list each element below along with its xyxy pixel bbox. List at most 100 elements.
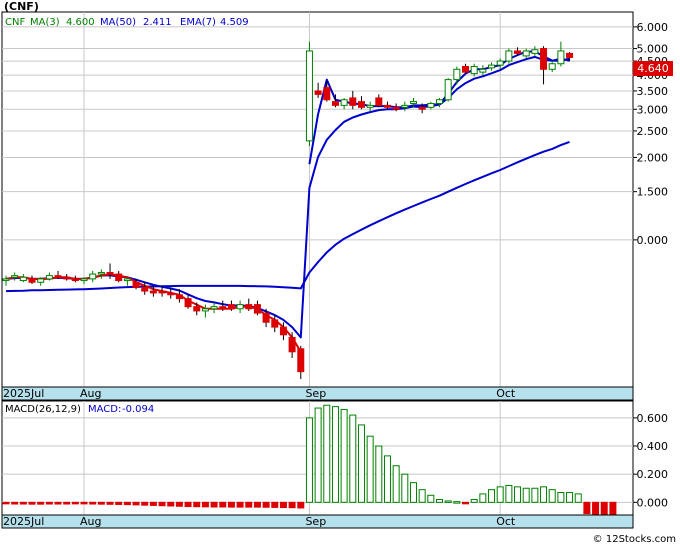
macd-bar-positive bbox=[470, 499, 478, 503]
macd-bar-positive bbox=[522, 487, 530, 503]
candle-down bbox=[540, 48, 548, 70]
macd-bar-positive bbox=[531, 487, 539, 503]
candle-down bbox=[219, 306, 227, 310]
macd-bar-negative bbox=[201, 501, 209, 508]
candle-down bbox=[288, 336, 296, 353]
candle-up bbox=[488, 64, 496, 69]
candle-down bbox=[462, 65, 470, 73]
macd-bar-positive bbox=[305, 417, 313, 503]
macd-bar-negative bbox=[462, 501, 470, 505]
macd-bar-positive bbox=[314, 407, 322, 503]
macd-bar-negative bbox=[149, 501, 157, 506]
macd-bar-positive bbox=[488, 489, 496, 503]
macd-bar-positive bbox=[505, 484, 513, 503]
candle-up bbox=[123, 278, 131, 282]
macd-bar-negative bbox=[80, 501, 88, 505]
candle-down bbox=[167, 292, 175, 296]
candle-up bbox=[210, 306, 218, 310]
macd-bar-negative bbox=[132, 501, 140, 506]
macd-bar-positive bbox=[331, 406, 339, 503]
candle-down bbox=[279, 326, 287, 336]
candle-down bbox=[566, 52, 574, 58]
candle-up bbox=[548, 63, 556, 70]
candle-down bbox=[271, 319, 279, 328]
price-y-tick-label: 3.000 bbox=[637, 103, 669, 116]
candle-up bbox=[453, 68, 461, 81]
price-x-label: Aug bbox=[80, 387, 101, 400]
macd-bar-positive bbox=[392, 465, 400, 503]
macd-bar-positive bbox=[366, 435, 374, 503]
candle-up bbox=[11, 275, 19, 278]
macd-bar-negative bbox=[193, 501, 201, 508]
macd-bar-negative bbox=[175, 501, 183, 507]
macd-bar-negative bbox=[184, 501, 192, 508]
stock-chart: (CNF) 6.0005.0004.5004.0003.5003.0002.50… bbox=[0, 0, 680, 546]
candle-up bbox=[531, 49, 539, 54]
candle-up bbox=[479, 68, 487, 73]
macd-bar-positive bbox=[548, 489, 556, 503]
candle-up bbox=[80, 278, 88, 282]
price-y-tick-label: 3.500 bbox=[637, 85, 669, 98]
macd-bar-positive bbox=[479, 493, 487, 503]
macd-bar-negative bbox=[271, 501, 279, 508]
candle-down bbox=[262, 312, 270, 323]
macd-bar-positive bbox=[444, 500, 452, 503]
macd-bar-negative bbox=[219, 501, 227, 508]
macd-bar-negative bbox=[167, 501, 175, 507]
macd-bar-positive bbox=[436, 499, 443, 503]
candle-down bbox=[175, 294, 183, 300]
price-y-tick-label: 1.500 bbox=[637, 186, 669, 199]
candle-up bbox=[2, 278, 10, 281]
macd-bar-negative bbox=[115, 501, 123, 505]
macd-bar-positive bbox=[383, 455, 391, 503]
candle-up bbox=[89, 273, 97, 280]
macd-x-label: Oct bbox=[496, 515, 516, 528]
macd-bar-positive bbox=[427, 494, 435, 503]
macd-bar-negative bbox=[106, 501, 114, 505]
macd-bar-negative bbox=[158, 501, 166, 507]
candle-down bbox=[63, 276, 71, 280]
candle-down bbox=[141, 286, 149, 292]
candle-up bbox=[427, 102, 435, 108]
candle-down bbox=[115, 273, 123, 282]
candle-down bbox=[392, 106, 400, 110]
macd-bar-positive bbox=[349, 414, 357, 503]
last-price-tag: 4.640 bbox=[633, 61, 673, 76]
price-y-tick-label: 5.000 bbox=[637, 43, 669, 56]
legend-ma3-value: 4.600 bbox=[66, 17, 95, 28]
macd-legend-label: MACD(26,12,9) bbox=[5, 404, 81, 415]
macd-bar-positive bbox=[496, 486, 504, 503]
macd-bar-positive bbox=[340, 408, 348, 503]
macd-bar-positive bbox=[401, 473, 409, 503]
price-y-tick-label: 0.000 bbox=[637, 234, 669, 247]
candle-up bbox=[37, 278, 45, 283]
macd-bar-negative bbox=[28, 501, 36, 505]
macd-bar-negative bbox=[592, 501, 600, 516]
macd-bar-negative bbox=[253, 501, 261, 508]
macd-bar-negative bbox=[11, 501, 19, 505]
macd-legend-value: -0.094 bbox=[122, 404, 154, 415]
macd-y-tick-label: 0.000 bbox=[637, 496, 669, 509]
macd-legend-key: MACD: bbox=[88, 404, 121, 415]
macd-bar-negative bbox=[262, 501, 270, 508]
price-x-label: Sep bbox=[305, 387, 326, 400]
legend-ema7-label: EMA(7) bbox=[180, 17, 216, 28]
candle-down bbox=[193, 306, 201, 312]
macd-bar-negative bbox=[97, 501, 105, 505]
price-x-label: 2025Jul bbox=[3, 387, 44, 400]
candle-down bbox=[323, 87, 331, 101]
macd-bar-positive bbox=[453, 501, 461, 504]
candle-up bbox=[436, 99, 443, 104]
candle-up bbox=[19, 276, 27, 282]
candle-up bbox=[522, 50, 530, 57]
candle-up bbox=[366, 104, 374, 108]
macd-x-label: 2025Jul bbox=[3, 515, 44, 528]
candle-down bbox=[158, 290, 166, 294]
macd-bar-positive bbox=[375, 445, 383, 503]
macd-bar-positive bbox=[540, 486, 548, 503]
candle-up bbox=[45, 275, 53, 280]
macd-bar-negative bbox=[236, 501, 244, 508]
candle-up bbox=[201, 308, 209, 312]
candle-up bbox=[505, 50, 513, 62]
price-y-tick-label: 2.000 bbox=[637, 151, 669, 164]
